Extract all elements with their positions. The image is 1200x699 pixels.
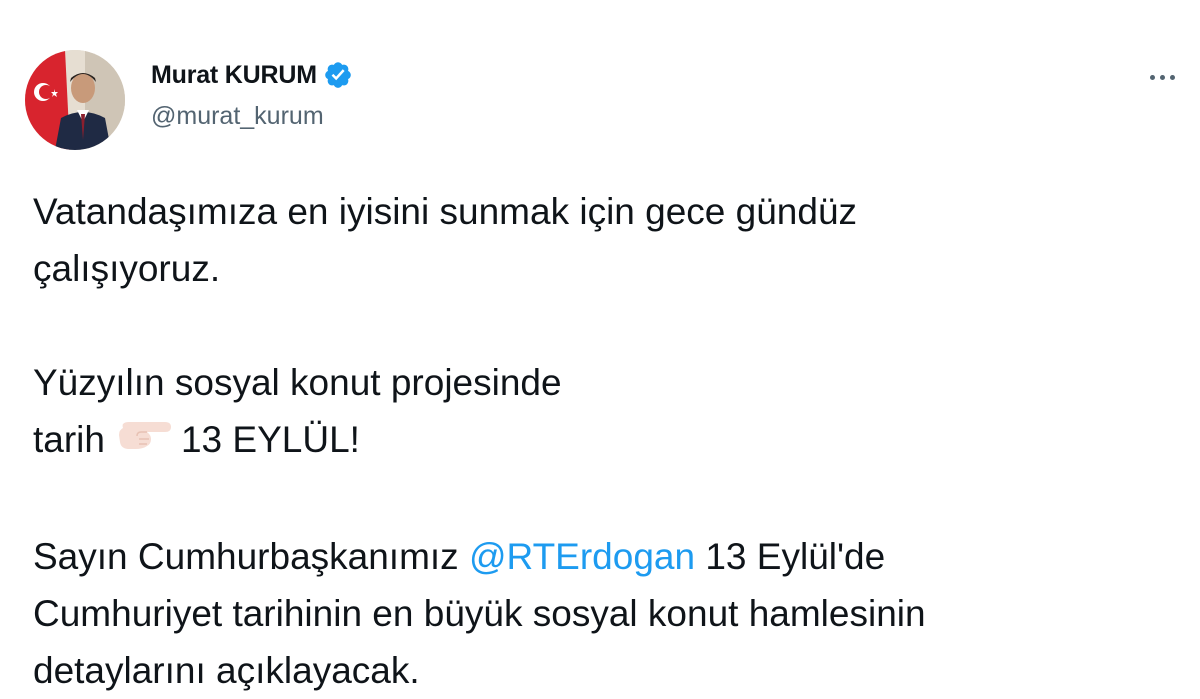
tweet-line: çalışıyoruz.	[33, 248, 221, 289]
tweet-line: detaylarını açıklayacak.	[33, 649, 420, 691]
tweet-text: Vatandaşımıza en iyisini sunmak için gec…	[33, 183, 1173, 699]
paragraph-break	[33, 297, 1173, 354]
verified-badge-icon	[325, 62, 351, 88]
pointing-right-hand-icon	[117, 411, 173, 468]
tweet-line: Vatandaşımıza en iyisini sunmak için gec…	[33, 191, 858, 232]
author-handle[interactable]: @murat_kurum	[151, 102, 324, 131]
mention-link[interactable]: @RTErdogan	[469, 536, 695, 577]
dot	[1159, 74, 1165, 80]
tweet-line: tarih 13 EYLÜL!	[33, 411, 1173, 471]
tweet-line: Cumhuriyet tarihinin en büyük sosyal kon…	[33, 592, 926, 634]
profile-photo-icon	[25, 50, 125, 150]
author-display-name[interactable]: Murat KURUM	[151, 61, 317, 90]
dot	[1169, 74, 1175, 80]
author-name-row: Murat KURUM	[151, 60, 353, 90]
paragraph-break	[33, 471, 1173, 528]
tweet-line: Yüzyılın sosyal konut projesinde	[33, 362, 562, 403]
tweet-text-segment: Sayın Cumhurbaşkanımız	[33, 535, 459, 577]
tweet-text-segment: 13 EYLÜL!	[180, 419, 360, 460]
dot	[1149, 74, 1155, 80]
tweet-card: Murat KURUM @murat_kurum Vatandaşımıza e…	[0, 0, 1200, 699]
tweet-line: Sayın Cumhurbaşkanımız @RTErdogan 13 Eyl…	[33, 528, 1173, 585]
more-options-icon[interactable]	[1140, 62, 1184, 92]
tweet-text-segment: tarih	[33, 419, 105, 460]
avatar[interactable]	[25, 50, 125, 150]
tweet-text-segment: 13 Eylül'de	[705, 535, 886, 577]
